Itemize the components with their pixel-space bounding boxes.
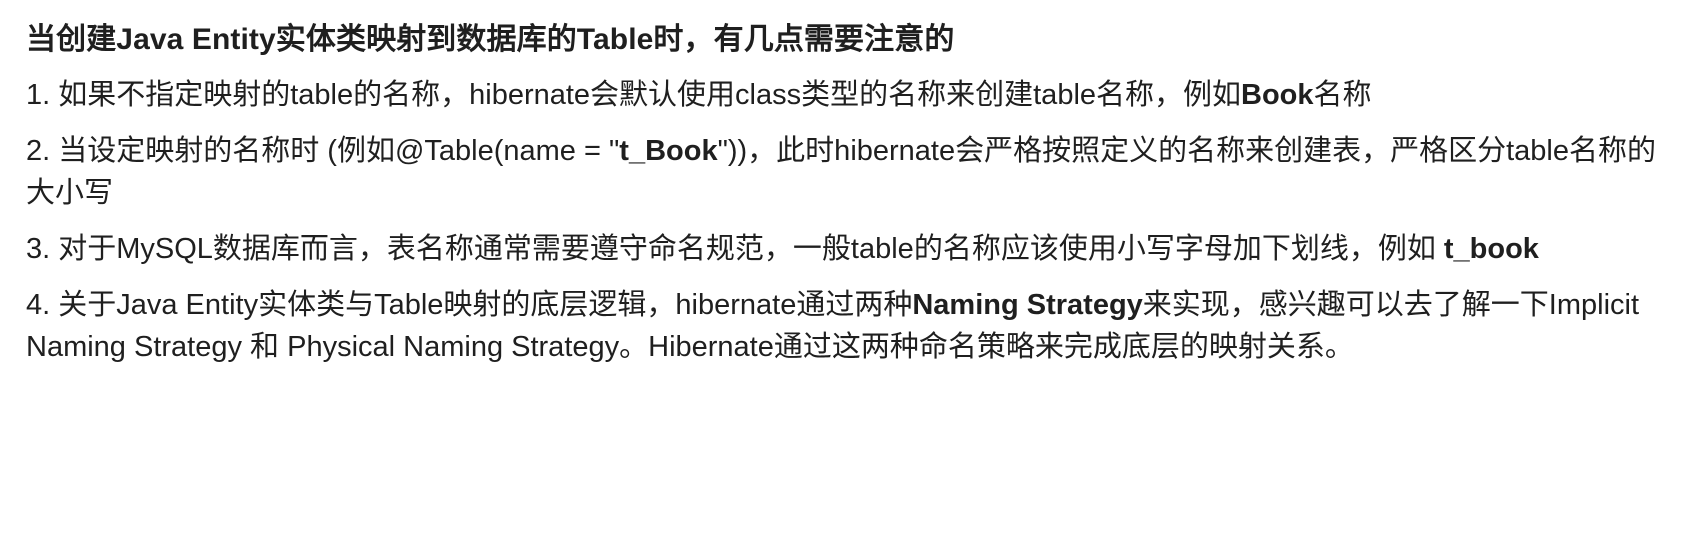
item-3-text-a: 3. 对于MySQL数据库而言，表名称通常需要遵守命名规范，一般table的名称… xyxy=(26,233,1444,265)
item-1-text-b: 名称 xyxy=(1313,79,1372,111)
item-4-bold-naming-strategy: Naming Strategy xyxy=(912,289,1143,321)
item-1-text-a: 1. 如果不指定映射的table的名称，hibernate会默认使用class类… xyxy=(26,79,1242,111)
list-item-3: 3. 对于MySQL数据库而言，表名称通常需要遵守命名规范，一般table的名称… xyxy=(26,228,1666,270)
document-title: 当创建Java Entity实体类映射到数据库的Table时，有几点需要注意的 xyxy=(26,23,955,56)
document: 当创建Java Entity实体类映射到数据库的Table时，有几点需要注意的 … xyxy=(0,0,1696,548)
list-item-4: 4. 关于Java Entity实体类与Table映射的底层逻辑，hiberna… xyxy=(26,284,1666,368)
item-1-bold-book: Book xyxy=(1241,79,1314,111)
item-2-bold-t-book: t_Book xyxy=(619,135,718,167)
item-4-text-a: 4. 关于Java Entity实体类与Table映射的底层逻辑，hiberna… xyxy=(26,289,913,321)
list-item-2: 2. 当设定映射的名称时 (例如@Table(name = "t_Book"))… xyxy=(26,130,1666,214)
item-3-bold-t-book: t_book xyxy=(1443,233,1539,265)
list-item-1: 1. 如果不指定映射的table的名称，hibernate会默认使用class类… xyxy=(26,74,1666,116)
item-2-text-a: 2. 当设定映射的名称时 (例如@Table(name = " xyxy=(26,135,620,167)
